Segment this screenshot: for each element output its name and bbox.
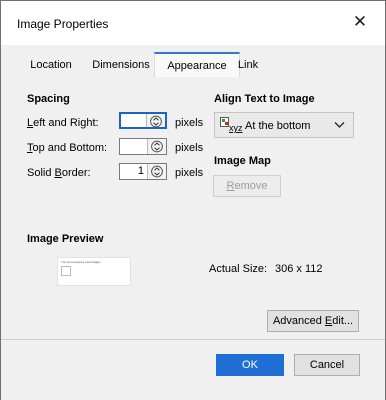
top-bottom-unit: pixels (175, 142, 204, 154)
title-bar: Image Properties ✕ (1, 1, 385, 45)
tab-dimensions[interactable]: Dimensions (84, 53, 158, 77)
spinner-arrows[interactable] (147, 164, 166, 179)
border-value: 1 (137, 165, 144, 177)
align-text-select[interactable]: xyz At the bottom (214, 112, 354, 138)
image-preview-thumbnail: You just earned a new badge! (57, 257, 131, 286)
align-heading: Align Text to Image (214, 93, 315, 105)
spinner-arrows[interactable] (146, 114, 165, 128)
svg-text:xyz: xyz (229, 123, 243, 133)
tab-bar: Location Dimensions Appearance Link (11, 52, 360, 79)
border-label: Solid Border: (27, 167, 91, 179)
tab-location-label: Location (30, 59, 72, 71)
image-map-heading: Image Map (214, 155, 271, 167)
dialog-title: Image Properties (17, 17, 109, 31)
align-selected-value: At the bottom (245, 120, 311, 132)
left-right-label: Left and Right: (27, 117, 99, 129)
tab-link[interactable]: Link (236, 53, 260, 77)
align-bottom-icon: xyz (220, 117, 244, 137)
top-bottom-label: Top and Bottom: (27, 142, 108, 154)
remove-button[interactable]: Remove (213, 175, 281, 197)
preview-thumb-box (61, 266, 71, 276)
tab-appearance-label: Appearance (167, 60, 227, 72)
close-icon[interactable]: ✕ (351, 13, 369, 31)
spinner-arrows[interactable] (147, 139, 166, 154)
image-preview-heading: Image Preview (27, 233, 104, 245)
border-spinner[interactable]: 1 (119, 163, 167, 180)
top-bottom-spinner[interactable] (119, 138, 167, 155)
tab-link-label: Link (237, 59, 259, 71)
spacing-heading: Spacing (27, 93, 70, 105)
image-properties-dialog: Image Properties ✕ Location Dimensions A… (0, 0, 386, 400)
left-right-spinner[interactable] (119, 112, 167, 129)
left-right-unit: pixels (175, 117, 204, 129)
ok-button[interactable]: OK (216, 354, 284, 376)
border-unit: pixels (175, 167, 204, 179)
tab-location[interactable]: Location (20, 53, 82, 77)
actual-size-label: Actual Size: (209, 263, 268, 275)
chevron-down-icon (334, 122, 345, 128)
preview-thumb-text: You just earned a new badge! (61, 260, 101, 264)
advanced-edit-button[interactable]: Advanced Edit... (267, 310, 359, 332)
tab-dimensions-label: Dimensions (92, 59, 150, 71)
cancel-button[interactable]: Cancel (294, 354, 360, 376)
tab-appearance[interactable]: Appearance (154, 52, 240, 79)
actual-size-value: 306 x 112 (275, 263, 323, 275)
